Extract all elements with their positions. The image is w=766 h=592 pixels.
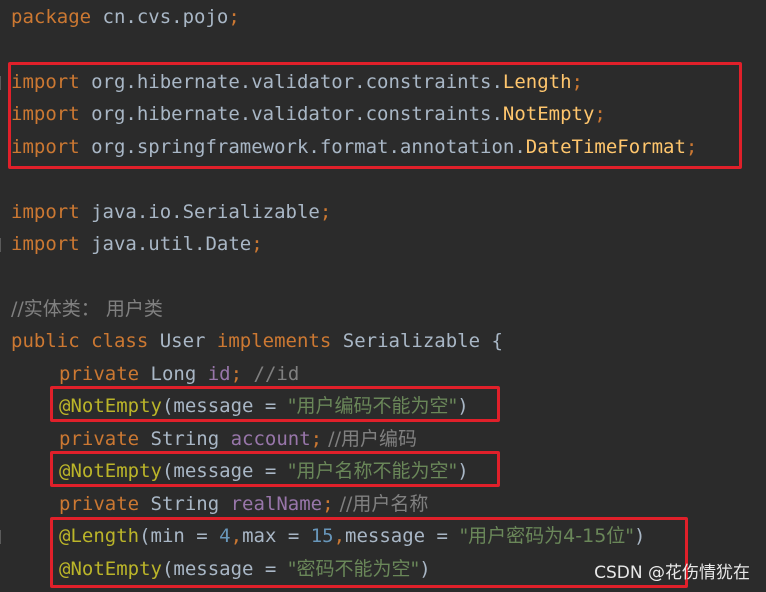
comment: //用户编码 [322,428,417,450]
code-line-field-account[interactable]: private String account; //用户编码 [59,424,417,454]
field-name: id [207,363,231,385]
keyword: private [59,493,140,515]
semicolon: ; [228,6,240,28]
type-name: String [139,493,231,515]
keyword: package [11,6,92,28]
watermark-text: CSDN @花伤情犹在 [594,563,750,583]
type-name: Long [139,363,208,385]
semicolon: ; [230,363,243,385]
fold-marker-icon[interactable] [0,530,9,544]
code-line-field-realname[interactable]: private String realName; //用户名称 [59,489,428,519]
code-line-import-serializable[interactable]: import java.io.Serializable; [11,197,331,227]
interface-name: Serializable { [331,330,503,352]
highlight-box-realname-annotation [50,451,500,487]
keyword: import [11,233,80,255]
keyword: import [11,201,80,223]
semicolon: ; [319,201,332,223]
type-name: String [139,428,231,450]
field-name: account [230,428,311,450]
semicolon: ; [310,428,323,450]
code-line-package[interactable]: package cn.cvs.pojo; [11,2,240,32]
semicolon: ; [322,493,334,515]
field-name: realName [230,493,323,515]
highlight-box-password-annotations [50,517,688,588]
code-editor[interactable]: package cn.cvs.pojo; import org.hibernat… [0,0,766,592]
class-name: User [148,330,217,352]
highlight-box-imports [8,62,742,169]
highlight-box-account-annotation [50,386,500,422]
comment: //实体类： 用户类 [11,298,163,320]
comment: //id [242,363,300,385]
keyword: private [59,363,140,385]
code-line-import-date[interactable]: import java.util.Date; [11,229,263,259]
import-package: java.util.Date [79,233,252,255]
fold-marker-icon[interactable] [0,238,9,252]
package-name: cn.cvs.pojo [91,6,229,28]
code-line-field-id[interactable]: private Long id; //id [59,359,299,389]
code-line-comment[interactable]: //实体类： 用户类 [11,294,163,324]
semicolon: ; [251,233,263,255]
keyword: implements [216,330,332,352]
code-line-class-declaration[interactable]: public class User implements Serializabl… [11,326,503,356]
import-package: java.io.Serializable [79,201,320,223]
comment: //用户名称 [333,493,429,515]
keyword: private [59,428,140,450]
keyword: public class [11,330,149,352]
